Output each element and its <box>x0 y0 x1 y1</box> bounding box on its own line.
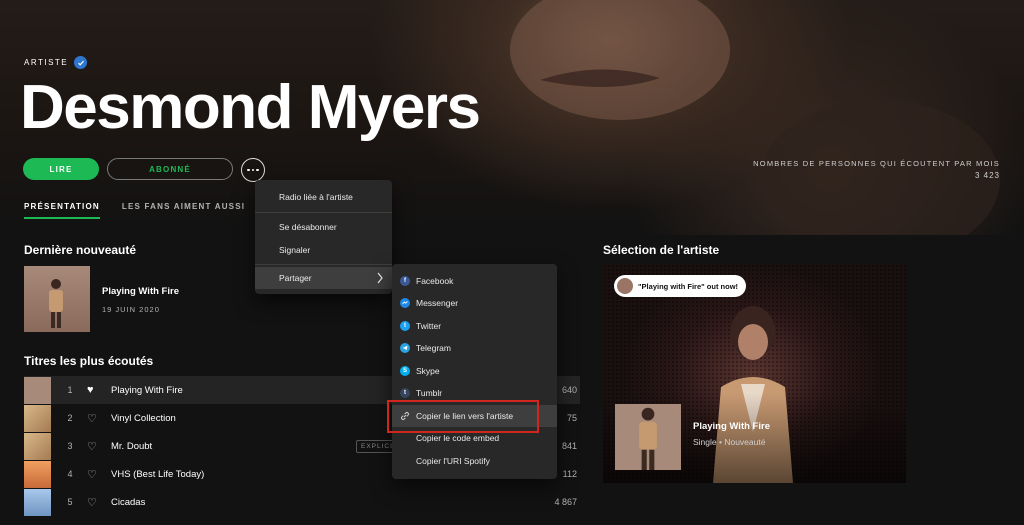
heart-outline-icon[interactable]: ♡ <box>87 468 101 481</box>
messenger-icon <box>400 298 410 308</box>
heart-outline-icon[interactable]: ♡ <box>87 496 101 509</box>
heart-outline-icon[interactable]: ♡ <box>87 412 101 425</box>
more-dot <box>247 168 250 172</box>
track-play-count: 640 <box>561 385 577 395</box>
track-number: 5 <box>67 497 73 507</box>
share-submenu: f Facebook Messenger t Twitter Telegram … <box>392 264 557 479</box>
artist-pick-pill: "Playing with Fire" out now! <box>614 275 747 297</box>
track-row[interactable]: 5 ♡ Cicadas 4 867 <box>24 488 580 516</box>
play-button[interactable]: LIRE <box>23 158 99 180</box>
share-label: Telegram <box>416 343 451 353</box>
share-label: Copier l'URI Spotify <box>416 456 490 466</box>
latest-release-date: 19 JUIN 2020 <box>102 305 160 314</box>
chevron-right-icon <box>377 272 383 284</box>
track-thumbnail <box>24 404 51 432</box>
menu-item-share[interactable]: Partager <box>255 267 392 289</box>
facebook-icon: f <box>400 276 410 286</box>
share-telegram[interactable]: Telegram <box>392 337 557 359</box>
track-number: 1 <box>67 385 73 395</box>
context-menu: Radio liée à l'artiste Se désabonner Sig… <box>255 180 392 294</box>
share-label: Twitter <box>416 321 442 331</box>
share-label: Facebook <box>416 276 454 286</box>
artist-pick-thumbnail <box>615 404 681 470</box>
share-twitter[interactable]: t Twitter <box>392 315 557 337</box>
track-play-count: 841 <box>561 441 577 451</box>
share-label: Messenger <box>416 298 459 308</box>
track-thumbnail <box>24 488 51 516</box>
latest-release-title[interactable]: Playing With Fire <box>102 286 179 297</box>
share-skype[interactable]: S Skype <box>392 360 557 382</box>
top-tracks-heading: Titres les plus écoutés <box>24 354 154 368</box>
verified-icon <box>74 56 88 69</box>
tab-fans-also-like[interactable]: LES FANS AIMENT AUSSI <box>122 202 245 219</box>
more-dot <box>251 168 255 172</box>
share-label: Tumblr <box>416 388 443 398</box>
artist-pick-heading: Sélection de l'artiste <box>603 243 720 257</box>
tumblr-icon: t <box>400 388 410 398</box>
latest-release-cover[interactable] <box>24 266 90 332</box>
twitter-icon: t <box>400 321 410 331</box>
track-number: 2 <box>67 413 73 423</box>
artist-name: Desmond Myers <box>20 73 481 142</box>
heart-filled-icon[interactable]: ♥ <box>87 384 101 396</box>
share-label: Skype <box>416 366 440 376</box>
cover-person-image <box>49 279 63 328</box>
artist-pick-title: Playing With Fire <box>693 421 770 432</box>
share-copy-uri[interactable]: Copier l'URI Spotify <box>392 450 557 472</box>
heart-outline-icon[interactable]: ♡ <box>87 440 101 453</box>
menu-item-share-label: Partager <box>279 273 312 283</box>
track-thumbnail <box>24 460 51 488</box>
artist-pick-subtitle: Single • Nouveauté <box>693 437 766 447</box>
track-title: VHS (Best Life Today) <box>111 468 205 480</box>
track-number: 3 <box>67 441 73 451</box>
track-play-count: 112 <box>562 469 577 479</box>
artist-label-row: ARTISTE <box>24 56 88 69</box>
track-number: 4 <box>67 469 73 479</box>
menu-item-unfollow[interactable]: Se désabonner <box>255 216 392 238</box>
more-options-button[interactable] <box>241 158 265 182</box>
track-title: Mr. Doubt <box>111 440 153 452</box>
menu-item-report[interactable]: Signaler <box>255 239 392 261</box>
track-title: Cicadas <box>111 496 146 508</box>
track-thumbnail <box>24 376 51 404</box>
menu-item-artist-radio[interactable]: Radio liée à l'artiste <box>255 186 392 208</box>
share-facebook[interactable]: f Facebook <box>392 270 557 292</box>
share-label: Copier le code embed <box>416 433 500 443</box>
latest-release-heading: Dernière nouveauté <box>24 243 137 257</box>
artist-pick-card[interactable]: "Playing with Fire" out now! Playing Wit… <box>603 264 906 483</box>
track-title: Playing With Fire <box>111 384 183 396</box>
menu-divider <box>255 264 392 265</box>
track-title: Vinyl Collection <box>111 412 176 424</box>
telegram-icon <box>400 343 410 353</box>
skype-icon: S <box>400 366 410 376</box>
track-thumbnail <box>24 432 51 460</box>
menu-divider <box>255 212 392 213</box>
tab-presentation[interactable]: PRÉSENTATION <box>24 202 100 219</box>
pill-avatar <box>617 278 633 294</box>
monthly-listeners-value: 3 423 <box>974 171 1000 180</box>
track-play-count: 4 867 <box>554 497 577 507</box>
more-dot <box>256 168 259 172</box>
share-messenger[interactable]: Messenger <box>392 292 557 314</box>
thumb-person-image <box>639 407 657 470</box>
pill-text: "Playing with Fire" out now! <box>638 281 739 291</box>
monthly-listeners-label: NOMBRES DE PERSONNES QUI ÉCOUTENT PAR MO… <box>753 159 1000 168</box>
annotation-highlight-box <box>387 400 539 433</box>
track-play-count: 75 <box>566 413 577 423</box>
follow-button[interactable]: ABONNÉ <box>107 158 233 180</box>
artist-type-label: ARTISTE <box>24 58 69 67</box>
